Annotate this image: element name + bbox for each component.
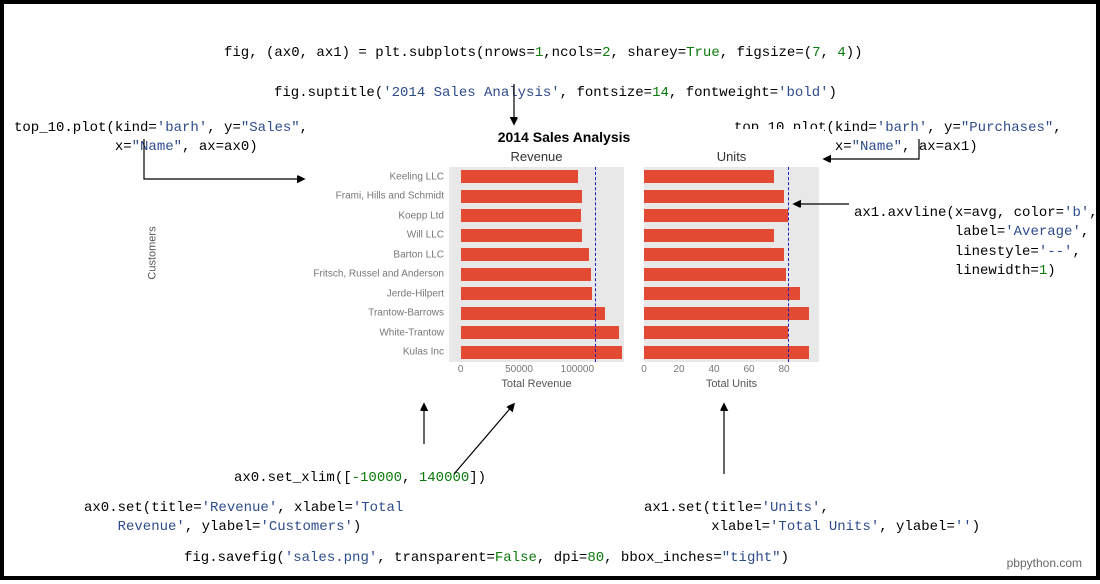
xlabel-units: Total Units xyxy=(644,378,819,390)
plot-area-revenue xyxy=(449,167,624,362)
bar xyxy=(644,170,774,183)
bar xyxy=(644,268,786,281)
y-category-label: Barton LLC xyxy=(294,249,444,260)
bar xyxy=(461,170,579,183)
bar xyxy=(644,346,809,359)
matplotlib-figure: 2014 Sales Analysis Customers Keeling LL… xyxy=(304,129,824,404)
xtick: 0 xyxy=(458,364,464,375)
code-avline: ax1.axvline(x=avg, color='b', label='Ave… xyxy=(854,184,1098,282)
y-category-label: Koepp Ltd xyxy=(294,210,444,221)
y-category-label: Kulas Inc xyxy=(294,347,444,358)
y-category-labels: Keeling LLC Frami, Hills and Schmidt Koepp… xyxy=(294,167,444,362)
bar xyxy=(644,307,809,320)
bar xyxy=(644,287,800,300)
bar xyxy=(461,248,589,261)
plot-area-units xyxy=(644,167,819,362)
average-line xyxy=(788,167,789,362)
xtick: 50000 xyxy=(505,364,533,375)
y-category-label: Jerde-Hilpert xyxy=(294,288,444,299)
xticks-revenue: 0 50000 100000 xyxy=(449,364,624,378)
code-top10-left: top_10.plot(kind='barh', y="Sales", x="N… xyxy=(14,99,308,158)
code-subplots: fig, (ax0, ax1) = plt.subplots(nrows=1,n… xyxy=(224,24,863,63)
bar xyxy=(644,190,784,203)
yaxis-label: Customers xyxy=(147,226,159,279)
xtick: 40 xyxy=(708,364,719,375)
xtick: 20 xyxy=(673,364,684,375)
bar xyxy=(644,209,788,222)
xtick: 60 xyxy=(743,364,754,375)
bar xyxy=(461,268,592,281)
code-suptitle: fig.suptitle('2014 Sales Analysis', font… xyxy=(274,64,837,103)
subplot-revenue: Revenue 050000100000 Total Revenue xyxy=(449,149,624,379)
xlabel-revenue: Total Revenue xyxy=(449,378,624,390)
bar xyxy=(461,346,622,359)
y-category-label: Trantow-Barrows xyxy=(294,308,444,319)
code-savefig: fig.savefig('sales.png', transparent=Fal… xyxy=(184,529,789,568)
bar xyxy=(461,190,582,203)
average-line xyxy=(595,167,596,362)
subplot-units: Units 020406080 Total Units xyxy=(644,149,819,379)
subplot-title-units: Units xyxy=(644,149,819,167)
y-category-label: Frami, Hills and Schmidt xyxy=(294,191,444,202)
y-category-label: Fritsch, Russel and Anderson xyxy=(294,269,444,280)
bar xyxy=(461,229,582,242)
suptitle: 2014 Sales Analysis xyxy=(304,129,824,145)
xtick: 0 xyxy=(641,364,647,375)
y-category-label: White-Trantow xyxy=(294,327,444,338)
bar xyxy=(644,229,774,242)
xtick: 80 xyxy=(778,364,789,375)
xtick: 100000 xyxy=(561,364,594,375)
bar xyxy=(644,248,784,261)
y-category-label: Will LLC xyxy=(294,230,444,241)
bar xyxy=(461,209,581,222)
bar xyxy=(461,287,593,300)
footer-credit: pbpython.com xyxy=(1007,556,1082,570)
subplot-title-revenue: Revenue xyxy=(449,149,624,167)
bar xyxy=(644,326,788,339)
bar xyxy=(461,307,606,320)
xticks-units: 0 20 40 60 80 xyxy=(644,364,819,378)
y-category-label: Keeling LLC xyxy=(294,171,444,182)
